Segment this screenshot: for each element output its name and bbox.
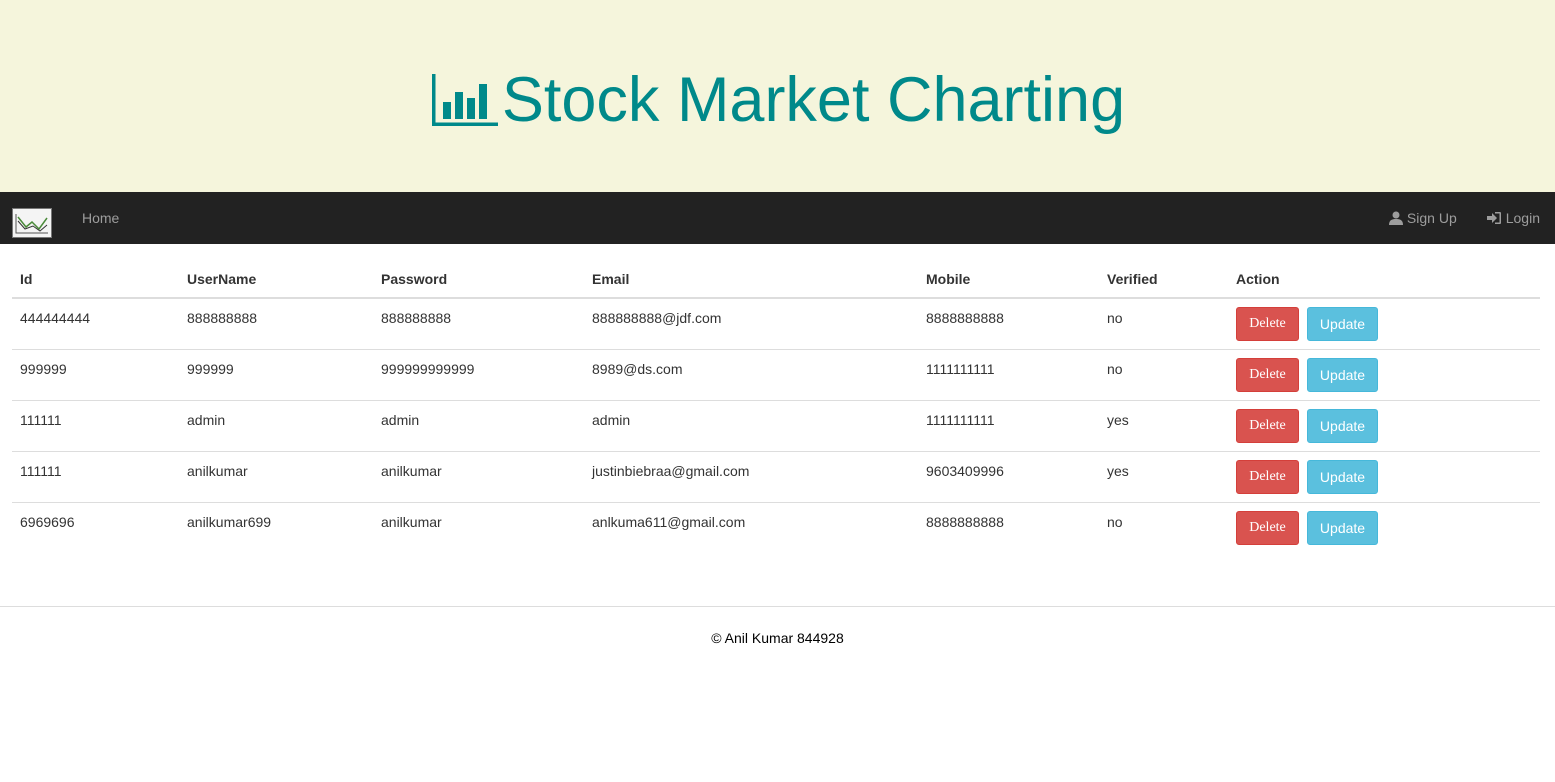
login-label: Login bbox=[1505, 210, 1540, 226]
users-table: Id UserName Password Email Mobile Verifi… bbox=[12, 261, 1540, 553]
column-header-verified: Verified bbox=[1099, 261, 1228, 299]
cell-username: admin bbox=[179, 400, 373, 452]
signup-label: Sign Up bbox=[1406, 210, 1457, 226]
cell-username: 888888888 bbox=[179, 298, 373, 350]
cell-id: 111111 bbox=[12, 400, 179, 452]
cell-id: 111111 bbox=[12, 451, 179, 503]
cell-email: 8989@ds.com bbox=[584, 349, 918, 401]
login-icon bbox=[1486, 211, 1502, 225]
cell-id: 6969696 bbox=[20, 513, 75, 530]
cell-verified: no bbox=[1107, 513, 1123, 530]
footer: © Anil Kumar 844928 bbox=[0, 606, 1555, 646]
cell-password: anilkumar bbox=[381, 513, 442, 530]
bar-chart-icon bbox=[430, 72, 500, 128]
column-header-id: Id bbox=[12, 261, 179, 299]
update-button[interactable]: Update bbox=[1307, 510, 1378, 545]
column-header-username: UserName bbox=[179, 261, 373, 299]
cell-action: Delete Update bbox=[1228, 349, 1540, 401]
cell-action: Delete Update bbox=[1228, 502, 1540, 553]
cell-username: 999999 bbox=[179, 349, 373, 401]
update-button[interactable]: Update bbox=[1307, 307, 1378, 341]
cell-email: admin bbox=[584, 400, 918, 452]
cell-email: justinbiebraa@gmail.com bbox=[584, 451, 918, 503]
delete-button[interactable]: Delete bbox=[1236, 307, 1299, 341]
cell-mobile: 8888888888 bbox=[918, 298, 1099, 350]
page-title: Stock Market Charting bbox=[430, 64, 1125, 136]
cell-verified: no bbox=[1099, 349, 1228, 401]
update-button[interactable]: Update bbox=[1307, 408, 1378, 443]
column-header-email: Email bbox=[584, 261, 918, 299]
cell-verified: yes bbox=[1099, 400, 1228, 452]
cell-password: 999999999999 bbox=[373, 349, 584, 401]
table-row: 444444444 888888888 888888888 888888888@… bbox=[12, 298, 1540, 350]
cell-email: anlkuma611@gmail.com bbox=[592, 513, 746, 530]
page-title-text: Stock Market Charting bbox=[501, 65, 1126, 135]
cell-password: 888888888 bbox=[373, 298, 584, 350]
cell-mobile: 8888888888 bbox=[926, 513, 1004, 530]
nav-right: Sign Up Login bbox=[1388, 210, 1540, 226]
column-header-password: Password bbox=[373, 261, 584, 299]
header-banner: Stock Market Charting bbox=[0, 0, 1555, 192]
cell-password: anilkumar bbox=[373, 451, 584, 503]
footer-copyright: © Anil Kumar 844928 bbox=[711, 630, 844, 646]
cell-id: 444444444 bbox=[12, 298, 179, 350]
nav-home-link[interactable]: Home bbox=[82, 210, 119, 226]
cell-mobile: 1111111111 bbox=[918, 400, 1099, 452]
line-chart-logo-icon[interactable] bbox=[12, 208, 52, 238]
cell-action: Delete Update bbox=[1228, 298, 1540, 350]
table-header-row: Id UserName Password Email Mobile Verifi… bbox=[12, 261, 1540, 299]
delete-button[interactable]: Delete bbox=[1236, 357, 1299, 392]
cell-verified: no bbox=[1099, 298, 1228, 350]
signup-link[interactable]: Sign Up bbox=[1388, 210, 1457, 226]
users-table-container: Id UserName Password Email Mobile Verifi… bbox=[0, 244, 1555, 553]
column-header-action: Action bbox=[1228, 261, 1540, 299]
navbar: Home Sign Up Login bbox=[0, 192, 1555, 244]
cell-username: anilkumar699 bbox=[187, 513, 272, 530]
column-header-mobile: Mobile bbox=[918, 261, 1099, 299]
delete-button[interactable]: Delete bbox=[1236, 510, 1299, 545]
cell-action: Delete Update bbox=[1228, 400, 1540, 452]
delete-button[interactable]: Delete bbox=[1236, 408, 1299, 443]
table-row: 6969696 anilkumar699 anilkumar anlkuma61… bbox=[12, 502, 1540, 553]
cell-action: Delete Update bbox=[1228, 451, 1540, 503]
cell-password: admin bbox=[373, 400, 584, 452]
table-row: 111111 anilkumar anilkumar justinbiebraa… bbox=[12, 451, 1540, 503]
table-row: 999999 999999 999999999999 8989@ds.com 1… bbox=[12, 349, 1540, 401]
delete-button[interactable]: Delete bbox=[1236, 459, 1299, 494]
cell-mobile: 1111111111 bbox=[918, 349, 1099, 401]
cell-verified: yes bbox=[1099, 451, 1228, 503]
cell-username: anilkumar bbox=[179, 451, 373, 503]
cell-mobile: 9603409996 bbox=[918, 451, 1099, 503]
user-icon bbox=[1388, 211, 1403, 225]
cell-id: 999999 bbox=[12, 349, 179, 401]
login-link[interactable]: Login bbox=[1486, 210, 1540, 226]
table-row: 111111 admin admin admin 1111111111 yes … bbox=[12, 400, 1540, 452]
update-button[interactable]: Update bbox=[1307, 459, 1378, 494]
update-button[interactable]: Update bbox=[1307, 357, 1378, 392]
cell-email: 888888888@jdf.com bbox=[584, 298, 918, 350]
